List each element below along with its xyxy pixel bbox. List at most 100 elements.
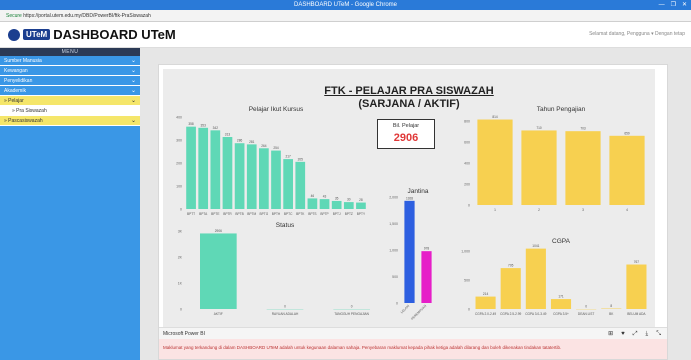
- pelajar-ikut-kursus-data-label: 281: [249, 140, 255, 144]
- sidebar-item-penyelidikan[interactable]: Penyelidikan ⌄: [0, 76, 140, 86]
- pelajar-ikut-kursus-bar[interactable]: [307, 198, 318, 209]
- logo-badge: UTeM: [23, 29, 51, 40]
- chevron-down-icon: ⌄: [130, 98, 136, 104]
- jantina-ytick: 1,000: [389, 249, 398, 253]
- sidebar-item-pelajar[interactable]: » Pelajar ⌄: [0, 96, 140, 106]
- jantina-data-label: 1928: [406, 196, 413, 200]
- pelajar-ikut-kursus-bar[interactable]: [246, 144, 257, 209]
- tahun-pengajian-category-label: 3: [582, 208, 584, 212]
- url-text[interactable]: https://portal.utem.edu.my/DBD/PowerBI/f…: [23, 13, 151, 19]
- pelajar-ikut-kursus-bar[interactable]: [295, 161, 306, 209]
- pelajar-ikut-kursus-ytick: 0: [180, 208, 182, 212]
- pelajar-ikut-kursus-bar[interactable]: [234, 143, 245, 209]
- cgpa-bar[interactable]: [475, 296, 496, 309]
- status-data-label: 0: [284, 305, 286, 309]
- status-ytick: 3K: [178, 230, 183, 234]
- pelajar-ikut-kursus-category-label: BPTT: [187, 212, 195, 216]
- cgpa-category-label: BELUM ADA: [627, 312, 646, 316]
- cgpa-chart-title: CGPA: [552, 238, 571, 245]
- window-title: DASHBOARD UTeM - Google Chrome: [0, 0, 691, 10]
- tahun-pengajian-ytick: 800: [464, 120, 470, 124]
- sidebar: MENU Sumber Manusia ⌄ Kewangan ⌄ Penyelidi…: [0, 48, 140, 360]
- pelajar-ikut-kursus-category-label: BPTK: [296, 212, 305, 216]
- pelajar-ikut-kursus-data-label: 286: [237, 139, 243, 143]
- pelajar-ikut-kursus-bar[interactable]: [343, 202, 354, 209]
- tahun-pengajian-data-label: 703: [580, 127, 586, 131]
- sidebar-item-pra-siswazah[interactable]: » Pra Siswazah: [0, 106, 140, 116]
- user-menu[interactable]: Selamat datang, Pengguna ▾ Dengan tetap: [589, 31, 685, 37]
- sidebar-item-kewangan[interactable]: Kewangan ⌄: [0, 66, 140, 76]
- tahun-pengajian-bar[interactable]: [521, 130, 557, 205]
- cgpa-data-label: 1041: [532, 244, 539, 248]
- tahun-pengajian-ytick: 200: [464, 183, 470, 187]
- chevron-down-icon: ⌄: [130, 118, 136, 124]
- pelajar-ikut-kursus-category-label: BPTE: [211, 212, 219, 216]
- tahun-pengajian-bar[interactable]: [609, 135, 645, 205]
- notice-banner: Maklumat yang terkandung di dalam DASHBO…: [159, 339, 667, 359]
- tahun-pengajian-category-label: 1: [494, 208, 496, 212]
- cgpa-data-label: 8: [610, 304, 612, 308]
- powerbi-link[interactable]: Microsoft Power BI: [163, 331, 205, 337]
- pelajar-ikut-kursus-bar[interactable]: [210, 130, 221, 209]
- app-logo[interactable]: UTeM DASHBOARD UTeM: [8, 27, 176, 42]
- pelajar-ikut-kursus-ytick: 400: [176, 116, 182, 120]
- cgpa-bar[interactable]: [500, 268, 521, 309]
- status-ytick: 0: [180, 308, 182, 312]
- pelajar-ikut-kursus-category-label: BPTJ: [333, 212, 341, 216]
- report-canvas: FTK - PELAJAR PRA SISWAZAH (SARJANA / AK…: [163, 69, 655, 327]
- cgpa-category-label: CGPA 2.0-2.49: [475, 312, 496, 316]
- pelajar-ikut-kursus-bar[interactable]: [186, 126, 196, 209]
- powerbi-frame: FTK - PELAJAR PRA SISWAZAH (SARJANA / AK…: [158, 64, 668, 360]
- cgpa-ytick: 0: [468, 308, 470, 312]
- sidebar-item-sumber-manusia[interactable]: Sumber Manusia ⌄: [0, 56, 140, 66]
- close-button[interactable]: ✕: [682, 0, 687, 10]
- pelajar-ikut-kursus-bar[interactable]: [331, 200, 342, 209]
- jantina-bar[interactable]: [421, 251, 432, 303]
- pelajar-ikut-kursus-bar[interactable]: [356, 202, 366, 209]
- cgpa-ytick: 1,000: [461, 250, 470, 254]
- pelajar-ikut-kursus-category-label: BPTP: [320, 212, 328, 216]
- tahun-pengajian-ytick: 600: [464, 141, 470, 145]
- pelajar-ikut-kursus-bar[interactable]: [283, 159, 293, 209]
- pelajar-ikut-kursus-category-label: BPTB: [235, 212, 243, 216]
- chevron-down-icon: ⌄: [130, 78, 136, 84]
- cgpa-bar[interactable]: [626, 264, 647, 309]
- pelajar-ikut-kursus-ytick: 300: [176, 139, 182, 143]
- maximize-button[interactable]: ❐: [671, 0, 676, 10]
- status-category-label: AKTIF: [214, 312, 223, 316]
- cgpa-data-label: 0: [585, 305, 587, 309]
- jantina-category-label: PEREMPUAN: [410, 303, 428, 321]
- jantina-bar[interactable]: [404, 200, 415, 303]
- pelajar-ikut-kursus-data-label: 205: [298, 157, 304, 161]
- pelajar-ikut-kursus-bar[interactable]: [222, 137, 233, 209]
- secure-indicator: Secure: [6, 13, 22, 19]
- address-bar[interactable]: Secure https://portal.utem.edu.my/DBD/Po…: [0, 10, 691, 22]
- pelajar-ikut-kursus-category-label: BPTZ: [345, 212, 353, 216]
- tahun-pengajian-data-label: 814: [492, 115, 498, 119]
- pelajar-ikut-kursus-category-label: BPTG: [260, 212, 269, 216]
- pelajar-ikut-kursus-bar[interactable]: [319, 199, 330, 209]
- cgpa-data-label: 705: [508, 264, 514, 268]
- sidebar-item-pascasiswazah[interactable]: » Pascasiswazah ⌄: [0, 116, 140, 126]
- pelajar-ikut-kursus-data-label: 313: [225, 133, 231, 137]
- pelajar-ikut-kursus-data-label: 254: [273, 146, 279, 150]
- minimize-button[interactable]: —: [659, 0, 665, 10]
- cgpa-data-label: 214: [483, 292, 489, 296]
- tahun-pengajian-bar[interactable]: [565, 131, 601, 205]
- jantina-ytick: 0: [396, 302, 398, 306]
- cgpa-bar[interactable]: [550, 299, 572, 309]
- jantina-ytick: 2,000: [389, 196, 398, 200]
- pelajar-ikut-kursus-bar[interactable]: [271, 150, 281, 209]
- pelajar-ikut-kursus-ytick: 200: [176, 162, 182, 166]
- logo-circle-icon: [8, 28, 20, 41]
- status-bar[interactable]: [200, 233, 237, 309]
- sidebar-item-akademik[interactable]: Akademik ⌄: [0, 86, 140, 96]
- cgpa-category-label: CGPA 3.5+: [553, 312, 569, 316]
- charts-layer: Pelajar Ikut Kursus0100200300400358BPTT3…: [176, 106, 647, 321]
- pelajar-ikut-kursus-data-label: 35: [335, 196, 339, 200]
- cgpa-bar[interactable]: [525, 248, 546, 309]
- pelajar-ikut-kursus-bar[interactable]: [198, 127, 209, 209]
- pelajar-ikut-kursus-bar[interactable]: [259, 148, 269, 209]
- tahun-pengajian-ytick: 400: [464, 162, 470, 166]
- tahun-pengajian-bar[interactable]: [477, 119, 513, 205]
